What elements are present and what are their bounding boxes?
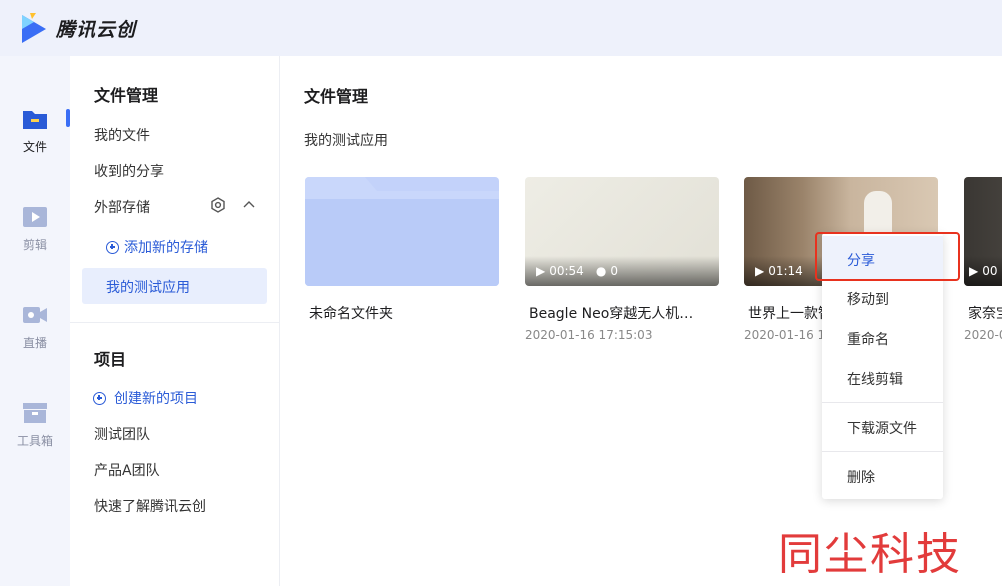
menu-item-delete[interactable]: 删除: [847, 467, 875, 487]
sidebar-item-external-storage[interactable]: 外部存储: [94, 197, 150, 217]
video-meta: ▶ 00:54 ● 0: [536, 264, 618, 278]
file-sidebar: 文件管理 我的文件 收到的分享 外部存储 添加新的存储 我的测试应用 项目 创建…: [70, 56, 280, 586]
menu-item-move-to[interactable]: 移动到: [847, 289, 889, 309]
video-meta: ▶ 01:14: [755, 264, 803, 278]
plus-circle-icon: [106, 240, 119, 254]
rail-label-live: 直播: [22, 336, 47, 350]
play-icon: ▶: [755, 264, 765, 278]
create-project-label: 创建新的项目: [114, 391, 198, 407]
create-project-link[interactable]: 创建新的项目: [93, 388, 198, 408]
video-duration: 00:54: [549, 264, 584, 278]
sidebar-item-project[interactable]: 产品A团队: [94, 460, 160, 480]
menu-divider: [822, 451, 943, 452]
menu-item-rename[interactable]: 重命名: [847, 329, 889, 349]
menu-item-download-source[interactable]: 下载源文件: [847, 418, 917, 438]
comment-count: 0: [610, 264, 618, 278]
video-date: 2020-0: [964, 328, 1002, 342]
play-icon: ▶: [536, 264, 546, 278]
video-name: 家奈宝: [968, 306, 1002, 322]
rail-label-toolbox: 工具箱: [16, 434, 53, 448]
edit-video-icon: [23, 207, 47, 227]
video-card[interactable]: ▶ 00:54 ● 0 Beagle Neo穿越无人机… 2020-01-16 …: [525, 177, 719, 342]
chevron-up-icon[interactable]: [242, 199, 256, 211]
sidebar-item-received-shares[interactable]: 收到的分享: [94, 161, 164, 181]
sidebar-item-my-files[interactable]: 我的文件: [94, 125, 150, 145]
rail-item-edit[interactable]: 剪辑: [0, 204, 70, 253]
sidebar-item-test-app[interactable]: 我的测试应用: [82, 268, 267, 304]
add-storage-link[interactable]: 添加新的存储: [106, 237, 208, 257]
rail-item-toolbox[interactable]: 工具箱: [0, 400, 70, 449]
video-duration: 01:14: [768, 264, 803, 278]
video-thumbnail: ▶ 00:54 ● 0: [525, 177, 719, 286]
video-meta: ▶ 00: [969, 264, 998, 278]
plus-circle-icon: [93, 391, 106, 405]
rail-label-files: 文件: [22, 140, 47, 154]
sidebar-item-project[interactable]: 快速了解腾讯云创: [94, 496, 206, 516]
sidebar-divider: [70, 322, 279, 323]
rail-item-live[interactable]: 直播: [0, 302, 70, 351]
sidebar-item-project[interactable]: 测试团队: [94, 424, 150, 444]
file-section-title: 文件管理: [94, 86, 159, 105]
video-thumbnail: ▶ 00: [964, 177, 1002, 286]
nav-rail: 文件 剪辑 直播 工具箱: [0, 56, 70, 586]
watermark: 同尘科技: [778, 529, 962, 580]
comment-icon: ●: [595, 264, 607, 278]
live-camera-icon: [23, 307, 47, 323]
play-icon: ▶: [969, 264, 979, 278]
folder-name: 未命名文件夹: [309, 306, 393, 322]
video-name: Beagle Neo穿越无人机…: [529, 306, 694, 322]
menu-divider: [822, 402, 943, 403]
video-card[interactable]: ▶ 00 家奈宝 2020-0: [964, 177, 1002, 342]
folder-icon: [23, 111, 47, 129]
video-duration: 00: [982, 264, 998, 278]
folder-thumbnail: [305, 177, 499, 286]
toolbox-icon: [23, 403, 47, 423]
folder-breadcrumb: 我的测试应用: [304, 133, 388, 149]
video-date: 2020-01-16 17:15:03: [525, 328, 653, 342]
folder-card[interactable]: 未命名文件夹: [305, 177, 499, 323]
rail-label-edit: 剪辑: [22, 238, 47, 252]
highlight-box: [815, 232, 960, 281]
add-storage-label: 添加新的存储: [124, 240, 208, 256]
project-section-title: 项目: [94, 350, 127, 369]
settings-icon[interactable]: [210, 197, 226, 213]
brand-name: 腾讯云创: [56, 18, 137, 41]
menu-item-online-edit[interactable]: 在线剪辑: [847, 369, 903, 389]
page-title: 文件管理: [304, 87, 369, 106]
logo-icon[interactable]: [20, 11, 48, 45]
rail-item-files[interactable]: 文件: [0, 106, 70, 155]
sidebar-item-test-app-label: 我的测试应用: [106, 280, 190, 296]
top-bar: 腾讯云创: [0, 0, 1002, 56]
